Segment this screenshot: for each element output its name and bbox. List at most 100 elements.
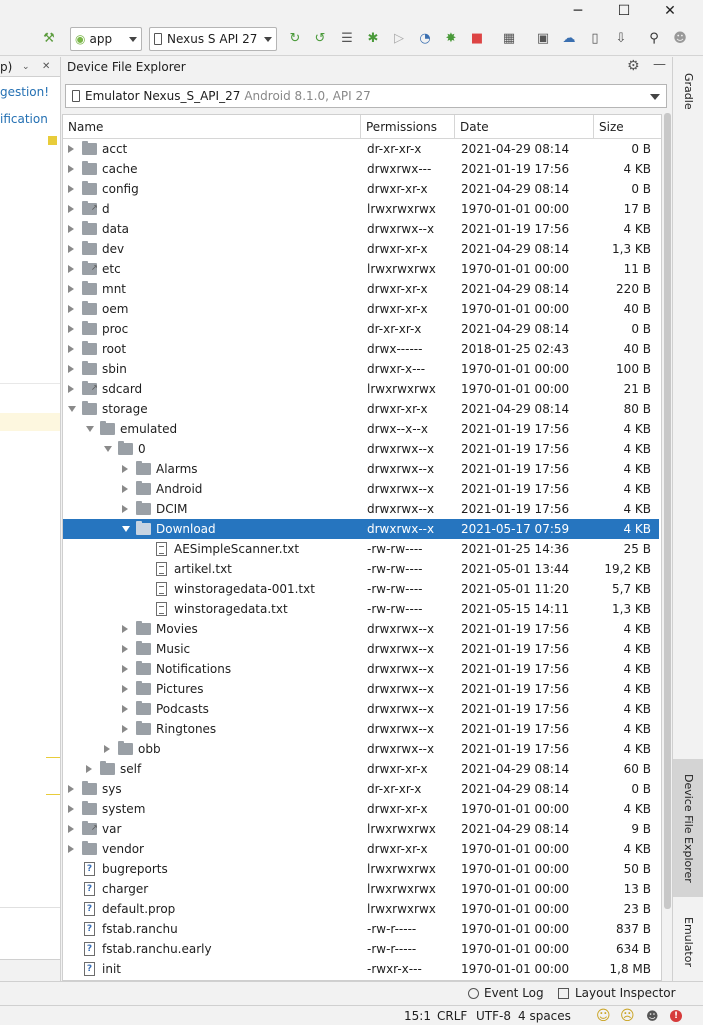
tree-row-file[interactable]: ? bugreports lrwxrwxrwx 1970-01-01 00:00 50 … <box>63 859 659 879</box>
tree-row-file[interactable]: ? init -rwxr-x--- 1970-01-01 00:00 1,8 MB <box>63 959 659 979</box>
collapsed-arrow-icon[interactable] <box>68 165 74 173</box>
tree-row-folder[interactable]: Pictures drwxrwx--x 2021-01-19 17:56 4 KB <box>63 679 659 699</box>
column-date[interactable]: Date <box>455 115 594 139</box>
collapsed-arrow-icon[interactable] <box>68 205 74 213</box>
tree-row-file[interactable]: ? default.prop lrwxrwxrwx 1970-01-01 00:00 2… <box>63 899 659 919</box>
tree-row-folder[interactable]: ↗ etc lrwxrwxrwx 1970-01-01 00:00 11 B <box>63 259 659 279</box>
collapsed-arrow-icon[interactable] <box>68 185 74 193</box>
left-tab-label[interactable]: p) <box>0 60 12 74</box>
collapsed-arrow-icon[interactable] <box>122 665 128 673</box>
tree-row-folder[interactable]: ↗ d lrwxrwxrwx 1970-01-01 00:00 17 B <box>63 199 659 219</box>
project-structure-icon[interactable]: ▦ <box>500 29 518 47</box>
profile-icon[interactable]: ◔ <box>416 29 434 47</box>
tree-row-folder[interactable]: config drwxr-xr-x 2021-04-29 08:14 0 B <box>63 179 659 199</box>
error-icon[interactable]: ! <box>670 1006 682 1025</box>
gradle-tab[interactable]: Gradle <box>673 61 703 121</box>
tree-row-folder[interactable]: ↗ var lrwxrwxrwx 2021-04-29 08:14 9 B <box>63 819 659 839</box>
close-button[interactable]: ✕ <box>647 0 693 22</box>
collapsed-arrow-icon[interactable] <box>104 745 110 753</box>
collapsed-arrow-icon[interactable] <box>122 505 128 513</box>
tree-row-file[interactable]: ? fstab.ranchu.early -rw-r----- 1970-01-01 … <box>63 939 659 959</box>
logcat-icon[interactable]: ☰ <box>338 29 356 47</box>
tree-row-file[interactable]: ? charger lrwxrwxrwx 1970-01-01 00:00 13 B <box>63 879 659 899</box>
collapsed-arrow-icon[interactable] <box>68 845 74 853</box>
collapsed-arrow-icon[interactable] <box>122 465 128 473</box>
expanded-arrow-icon[interactable] <box>104 446 112 452</box>
chevron-down-icon[interactable]: ⌄ <box>22 62 30 72</box>
tree-row-folder[interactable]: Notifications drwxrwx--x 2021-01-19 17:56 4… <box>63 659 659 679</box>
collapsed-arrow-icon[interactable] <box>68 385 74 393</box>
cursor-position[interactable]: 15:1 <box>404 1006 431 1025</box>
tree-row-folder[interactable]: acct dr-xr-xr-x 2021-04-29 08:14 0 B <box>63 139 659 159</box>
notification-link[interactable]: ification <box>0 112 48 126</box>
tree-row-folder[interactable]: system drwxr-xr-x 1970-01-01 00:00 4 KB <box>63 799 659 819</box>
left-scroll-area[interactable] <box>0 959 60 981</box>
event-log-button[interactable]: Event Log <box>468 986 544 1000</box>
apply-changes-icon[interactable]: ↻ <box>286 29 304 47</box>
tree-row-folder[interactable]: Alarms drwxrwx--x 2021-01-19 17:56 4 KB <box>63 459 659 479</box>
collapsed-arrow-icon[interactable] <box>68 145 74 153</box>
tree-row-folder[interactable]: mnt drwxr-xr-x 2021-04-29 08:14 220 B <box>63 279 659 299</box>
tree-row-folder[interactable]: sbin drwxr-x--- 1970-01-01 00:00 100 B <box>63 359 659 379</box>
device-file-explorer-tab[interactable]: Device File Explorer <box>673 759 703 897</box>
terminal-icon[interactable]: ▣ <box>534 29 552 47</box>
tree-row-folder[interactable]: sys dr-xr-xr-x 2021-04-29 08:14 0 B <box>63 779 659 799</box>
column-permissions[interactable]: Permissions <box>361 115 455 139</box>
attach-process-icon[interactable]: ✸ <box>442 29 460 47</box>
tree-row-file[interactable]: artikel.txt -rw-rw---- 2021-05-01 13:44 19,… <box>63 559 659 579</box>
tree-row-folder[interactable]: vendor drwxr-xr-x 1970-01-01 00:00 4 KB <box>63 839 659 859</box>
expanded-arrow-icon[interactable] <box>86 426 94 432</box>
tree-row-folder[interactable]: obb drwxrwx--x 2021-01-19 17:56 4 KB <box>63 739 659 759</box>
search-icon[interactable]: ⚲ <box>645 29 663 47</box>
expanded-arrow-icon[interactable] <box>122 526 130 532</box>
indent-setting[interactable]: 4 spaces <box>518 1006 571 1025</box>
collapsed-arrow-icon[interactable] <box>122 705 128 713</box>
feedback-icon[interactable]: ☹ <box>620 1006 635 1025</box>
tree-row-folder[interactable]: self drwxr-xr-x 2021-04-29 08:14 60 B <box>63 759 659 779</box>
tree-row-folder[interactable]: storage drwxr-xr-x 2021-04-29 08:14 80 B <box>63 399 659 419</box>
debug-icon[interactable]: ✱ <box>364 29 382 47</box>
tree-row-file[interactable]: AESimpleScanner.txt -rw-rw---- 2021-01-25 … <box>63 539 659 559</box>
maximize-button[interactable]: ☐ <box>601 0 647 22</box>
tree-row-folder[interactable]: 0 drwxrwx--x 2021-01-19 17:56 4 KB <box>63 439 659 459</box>
collapsed-arrow-icon[interactable] <box>122 725 128 733</box>
close-icon[interactable]: ✕ <box>42 61 50 72</box>
smiley-icon[interactable]: ☺ <box>596 1006 611 1025</box>
tree-row-folder[interactable]: Movies drwxrwx--x 2021-01-19 17:56 4 KB <box>63 619 659 639</box>
hammer-build-icon[interactable]: ⚒ <box>40 29 58 47</box>
account-icon[interactable]: ☻ <box>671 29 689 47</box>
column-name[interactable]: Name <box>63 115 361 139</box>
collapsed-arrow-icon[interactable] <box>122 645 128 653</box>
tree-row-folder[interactable]: Ringtones drwxrwx--x 2021-01-19 17:56 4 KB <box>63 719 659 739</box>
tree-row-folder[interactable]: cache drwxrwx--- 2021-01-19 17:56 4 KB <box>63 159 659 179</box>
inspector-icon[interactable]: ☻ <box>646 1006 659 1025</box>
collapsed-arrow-icon[interactable] <box>86 765 92 773</box>
tree-row-file[interactable]: ? fstab.ranchu -rw-r----- 1970-01-01 00:00 8… <box>63 919 659 939</box>
collapsed-arrow-icon[interactable] <box>122 485 128 493</box>
collapsed-arrow-icon[interactable] <box>68 265 74 273</box>
vertical-scrollbar-thumb[interactable] <box>664 113 671 909</box>
tree-row-folder[interactable]: Download drwxrwx--x 2021-05-17 07:59 4 KB <box>63 519 659 539</box>
tree-row-file[interactable]: winstoragedata-001.txt -rw-rw---- 2021-05-… <box>63 579 659 599</box>
emulator-tab[interactable]: Emulator <box>673 909 703 975</box>
collapsed-arrow-icon[interactable] <box>68 325 74 333</box>
run-config-select[interactable]: ◉ app <box>70 27 142 51</box>
attach-debugger-icon[interactable]: ▷ <box>390 29 408 47</box>
tree-row-folder[interactable]: data drwxrwx--x 2021-01-19 17:56 4 KB <box>63 219 659 239</box>
collapsed-arrow-icon[interactable] <box>68 345 74 353</box>
collapsed-arrow-icon[interactable] <box>68 225 74 233</box>
suggestion-link[interactable]: gestion! <box>0 85 49 99</box>
collapsed-arrow-icon[interactable] <box>68 785 74 793</box>
device-selector[interactable]: Emulator Nexus_S_API_27 Android 8.1.0, A… <box>65 84 667 108</box>
avd-manager-icon[interactable]: ▯ <box>586 29 604 47</box>
file-encoding[interactable]: UTF-8 <box>476 1006 511 1025</box>
expanded-arrow-icon[interactable] <box>68 406 76 412</box>
tree-row-folder[interactable]: emulated drwx--x--x 2021-01-19 17:56 4 KB <box>63 419 659 439</box>
tree-row-folder[interactable]: dev drwxr-xr-x 2021-04-29 08:14 1,3 KB <box>63 239 659 259</box>
tree-row-folder[interactable]: proc dr-xr-xr-x 2021-04-29 08:14 0 B <box>63 319 659 339</box>
minimize-button[interactable]: ─ <box>555 0 601 22</box>
collapsed-arrow-icon[interactable] <box>68 365 74 373</box>
tree-row-folder[interactable]: root drwx------ 2018-01-25 02:43 40 B <box>63 339 659 359</box>
layout-inspector-button[interactable]: Layout Inspector <box>558 986 676 1000</box>
collapsed-arrow-icon[interactable] <box>122 625 128 633</box>
